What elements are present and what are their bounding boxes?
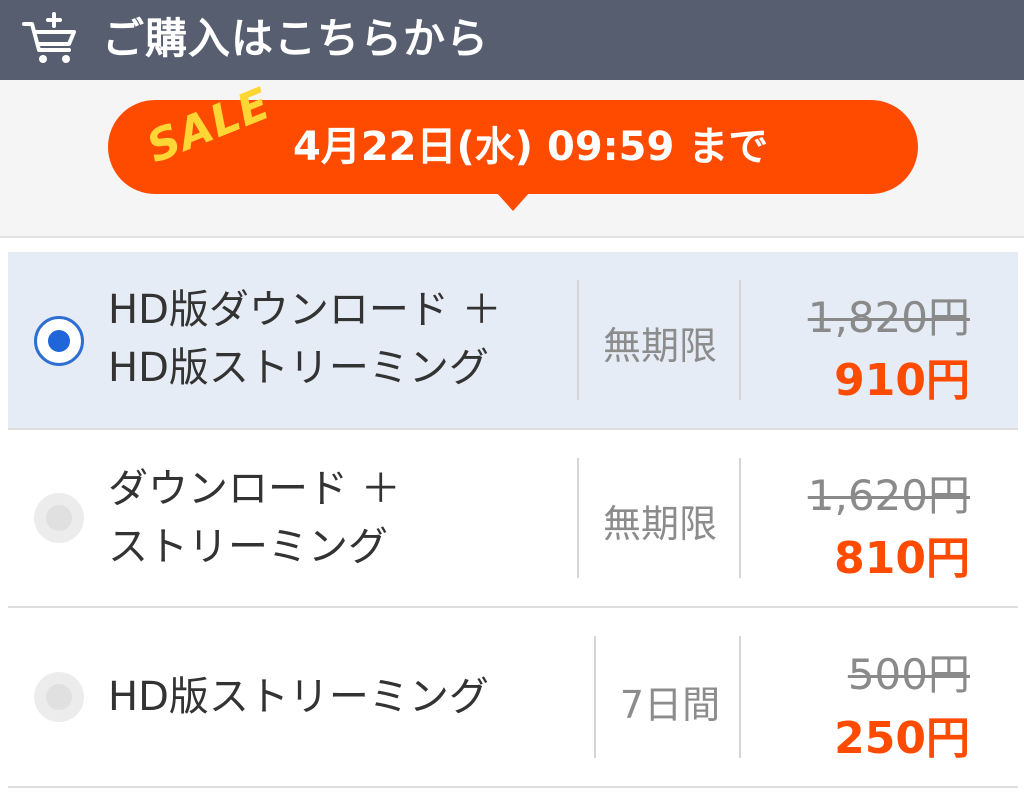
original-price: 500円 [847,650,970,699]
cart-plus-icon [22,12,76,63]
radio-button[interactable] [34,493,84,543]
option-name-line2: HD版ストリーミング [108,345,489,391]
radio-button-selected[interactable] [34,316,84,366]
sale-price: 250円 [834,713,970,764]
option-download-streaming[interactable]: ダウンロード ＋ ストリーミング 無期限 1,620円 810円 [8,430,1018,608]
option-name-line1: HD版ダウンロード ＋ [108,287,502,333]
sale-price: 910円 [834,355,970,406]
option-name: HD版ストリーミング [108,674,489,720]
radio-button[interactable] [34,672,84,722]
option-name-line1: ダウンロード ＋ [108,466,401,512]
sale-price: 810円 [834,533,970,584]
column-divider [739,280,741,400]
column-divider [577,280,579,400]
column-divider [577,458,579,578]
option-hd-download-streaming[interactable]: HD版ダウンロード ＋ HD版ストリーミング 無期限 1,820円 910円 [8,252,1018,430]
option-hd-streaming[interactable]: HD版ストリーミング 7日間 500円 250円 [8,608,1018,788]
column-divider [739,636,741,758]
purchase-panel: ご購入はこちらから SALE 4月22日(水) 09:59 まで HD版ダウンロ… [0,0,1024,799]
original-price: 1,820円 [807,293,970,342]
header-title: ご購入はこちらから [102,14,490,63]
option-period: 7日間 [619,683,721,727]
purchase-header: ご購入はこちらから [0,0,1024,80]
sale-deadline: 4月22日(水) 09:59 まで [293,124,769,170]
original-price: 1,620円 [807,471,970,520]
sale-banner-pointer [496,192,530,211]
option-period: 無期限 [602,502,717,546]
option-period: 無期限 [602,324,717,368]
column-divider [739,458,741,578]
option-name-line2: ストリーミング [108,524,388,570]
